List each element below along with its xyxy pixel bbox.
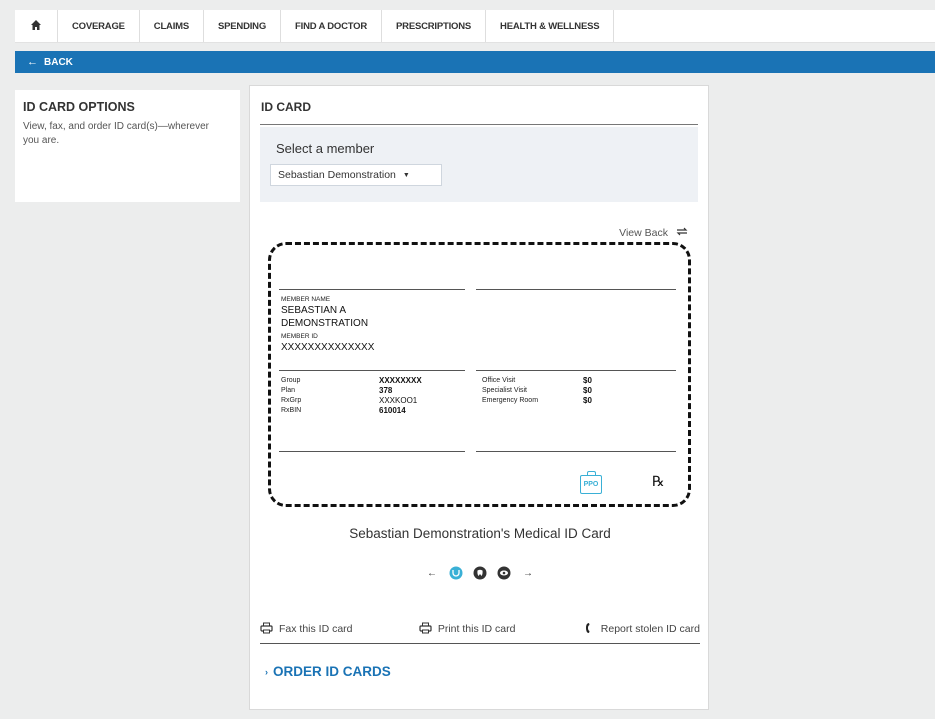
card-caption: Sebastian Demonstration's Medical ID Car… <box>349 526 611 541</box>
plan-row-label: Plan <box>281 387 296 394</box>
fax-card-button[interactable]: Fax this ID card <box>260 622 353 637</box>
plan-row-value: XXXKOO1 <box>379 396 418 405</box>
card-carousel: ← → <box>400 564 560 582</box>
print-icon <box>419 622 432 637</box>
member-id-label: MEMBER ID <box>281 333 318 340</box>
member-select-box: Select a member Sebastian Demonstration … <box>260 127 698 202</box>
panel-title: ID CARD <box>261 100 311 114</box>
select-member-label: Select a member <box>276 141 375 156</box>
rx-icon: ℞ <box>652 474 665 490</box>
member-name-label: MEMBER NAME <box>281 296 331 303</box>
card-rule <box>279 451 465 452</box>
nav-claims[interactable]: CLAIMS <box>140 10 204 42</box>
copay-row-value: $0 <box>583 386 592 395</box>
fax-label: Fax this ID card <box>279 623 353 635</box>
sidebar-title: ID CARD OPTIONS <box>23 100 135 114</box>
id-card-panel: ID CARD Select a member Sebastian Demons… <box>249 85 709 710</box>
vision-card-icon[interactable] <box>497 566 511 580</box>
view-back-link[interactable]: View Back <box>619 227 688 239</box>
order-label: ORDER ID CARDS <box>273 664 391 679</box>
sidebar-panel: ID CARD OPTIONS View, fax, and order ID … <box>15 90 240 202</box>
plan-row-value: XXXXXXXX <box>379 376 422 385</box>
copay-row-label: Emergency Room <box>482 397 539 404</box>
member-name-line2: DEMONSTRATION <box>281 318 369 329</box>
divider <box>260 124 698 125</box>
top-nav: COVERAGE CLAIMS SPENDING FIND A DOCTOR P… <box>15 10 935 43</box>
card-rule <box>476 451 676 452</box>
nav-home[interactable] <box>15 10 58 42</box>
member-dropdown-value: Sebastian Demonstration <box>278 169 396 181</box>
dental-card-icon[interactable] <box>473 566 487 580</box>
print-card-button[interactable]: Print this ID card <box>419 622 516 637</box>
fax-icon <box>260 622 273 637</box>
member-name-line1: SEBASTIAN A <box>281 305 347 316</box>
card-rule <box>476 370 676 371</box>
id-card: MEMBER NAME SEBASTIAN A DEMONSTRATION ME… <box>268 242 691 507</box>
member-id: XXXXXXXXXXXXXX <box>281 342 375 353</box>
card-rule <box>476 289 676 290</box>
sidebar-description: View, fax, and order ID card(s)—wherever… <box>23 121 210 146</box>
back-link[interactable]: BACK <box>44 57 73 68</box>
nav-coverage[interactable]: COVERAGE <box>58 10 140 42</box>
next-arrow-icon[interactable]: → <box>521 568 535 579</box>
chevron-right-icon: › <box>265 666 268 677</box>
nav-prescriptions[interactable]: PRESCRIPTIONS <box>382 10 487 42</box>
copay-row-value: $0 <box>583 376 592 385</box>
print-label: Print this ID card <box>437 623 516 635</box>
plan-row-value: 610014 <box>379 406 406 415</box>
caret-down-icon: ▼ <box>402 171 410 179</box>
card-rule <box>279 370 465 371</box>
ppo-badge-icon: PPO <box>580 471 602 494</box>
prev-arrow-icon[interactable]: ← <box>425 568 439 579</box>
member-dropdown[interactable]: Sebastian Demonstration ▼ <box>270 164 442 186</box>
view-back-label: View Back <box>619 227 668 239</box>
order-id-cards-link[interactable]: › ORDER ID CARDS <box>265 664 391 679</box>
plan-row-value: 378 <box>379 386 393 395</box>
plan-row-label: RxGrp <box>281 397 302 404</box>
copay-row-label: Specialist Visit <box>482 387 528 394</box>
copay-row-label: Office Visit <box>482 377 516 384</box>
medical-card-icon[interactable] <box>449 566 463 580</box>
plan-row-label: Group <box>281 377 301 384</box>
nav-find-a-doctor[interactable]: FIND A DOCTOR <box>281 10 383 42</box>
back-bar: ← BACK <box>15 51 935 73</box>
back-arrow-icon[interactable]: ← <box>27 56 38 68</box>
home-icon <box>30 19 42 34</box>
report-label: Report stolen ID card <box>600 623 700 635</box>
copay-row-value: $0 <box>583 396 592 405</box>
phone-icon <box>582 622 595 637</box>
card-rule <box>279 289 465 290</box>
divider <box>260 643 700 644</box>
flip-icon <box>676 227 688 239</box>
report-stolen-button[interactable]: Report stolen ID card <box>582 622 700 637</box>
nav-health-wellness[interactable]: HEALTH & WELLNESS <box>486 10 615 42</box>
plan-row-label: RxBIN <box>281 407 302 414</box>
card-actions: Fax this ID card Print this ID card Repo… <box>260 618 700 640</box>
nav-spending[interactable]: SPENDING <box>204 10 282 42</box>
